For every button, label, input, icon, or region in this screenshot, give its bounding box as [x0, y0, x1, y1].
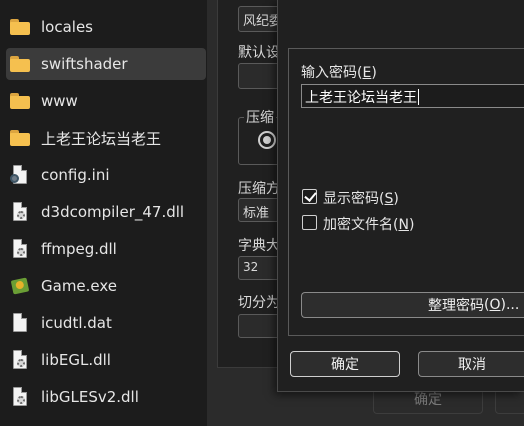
file-item-config-ini[interactable]: config.ini [6, 159, 206, 191]
file-item-folder-laowang[interactable]: 上老王论坛当老王 [6, 122, 206, 154]
text-caret [418, 89, 419, 105]
file-item-www[interactable]: www [6, 85, 206, 117]
dll-file-icon [10, 202, 30, 222]
file-name: libEGL.dll [41, 351, 111, 369]
file-name: d3dcompiler_47.dll [41, 203, 185, 221]
file-item-d3dcompiler[interactable]: d3dcompiler_47.dll [6, 196, 206, 228]
dictionary-size-label: 字典大 [238, 238, 280, 254]
file-item-icudtl[interactable]: icudtl.dat [6, 307, 206, 339]
split-volume-label: 切分为 [238, 295, 280, 311]
file-icon [10, 313, 30, 333]
show-password-checkbox[interactable] [302, 189, 317, 204]
default-settings-label: 默认设 [238, 45, 280, 61]
encrypt-filenames-label[interactable]: 加密文件名(N) [323, 214, 414, 234]
compression-radio[interactable] [258, 131, 276, 149]
password-input-label: 输入密码(E) [301, 65, 377, 81]
encrypt-filenames-checkbox[interactable] [302, 215, 317, 230]
file-name: swiftshader [41, 55, 128, 73]
dll-file-icon [10, 387, 30, 407]
file-name: ffmpeg.dll [41, 240, 117, 258]
organize-passwords-button[interactable]: 整理密码(O)... [301, 292, 524, 318]
file-name: Game.exe [41, 277, 118, 295]
file-name: libGLESv2.dll [41, 388, 139, 406]
password-dialog: 输入密码(E) 上老王论坛当老王 显示密码(S) 加密文件名(N) 整理密码(O… [277, 0, 524, 392]
file-item-ffmpeg[interactable]: ffmpeg.dll [6, 233, 206, 265]
file-name: icudtl.dat [41, 314, 112, 332]
file-name: locales [41, 18, 93, 36]
dll-file-icon [10, 239, 30, 259]
dll-file-icon [10, 350, 30, 370]
folder-icon [10, 54, 30, 74]
exe-file-icon [10, 276, 30, 296]
file-name: config.ini [41, 166, 110, 184]
file-item-libegl[interactable]: libEGL.dll [6, 344, 206, 376]
folder-icon [10, 91, 30, 111]
folder-icon [10, 17, 30, 37]
file-item-libglesv2[interactable]: libGLESv2.dll [6, 381, 206, 413]
password-input[interactable]: 上老王论坛当老王 [301, 84, 524, 108]
file-item-locales[interactable]: locales [6, 11, 206, 43]
settings-file-icon [10, 165, 30, 185]
file-list: locales swiftshader www 上老王论坛当老王 config.… [0, 0, 207, 426]
file-name: www [41, 92, 78, 110]
file-name: 上老王论坛当老王 [41, 129, 162, 148]
compression-method-label: 压缩方 [238, 181, 280, 197]
file-item-swiftshader[interactable]: swiftshader [6, 48, 206, 80]
folder-icon [10, 128, 30, 148]
password-ok-button[interactable]: 确定 [290, 351, 400, 377]
password-cancel-button[interactable]: 取消 [418, 351, 524, 377]
file-item-game-exe[interactable]: Game.exe [6, 270, 206, 302]
show-password-label[interactable]: 显示密码(S) [323, 188, 399, 208]
compression-label: 压缩 [244, 107, 276, 127]
